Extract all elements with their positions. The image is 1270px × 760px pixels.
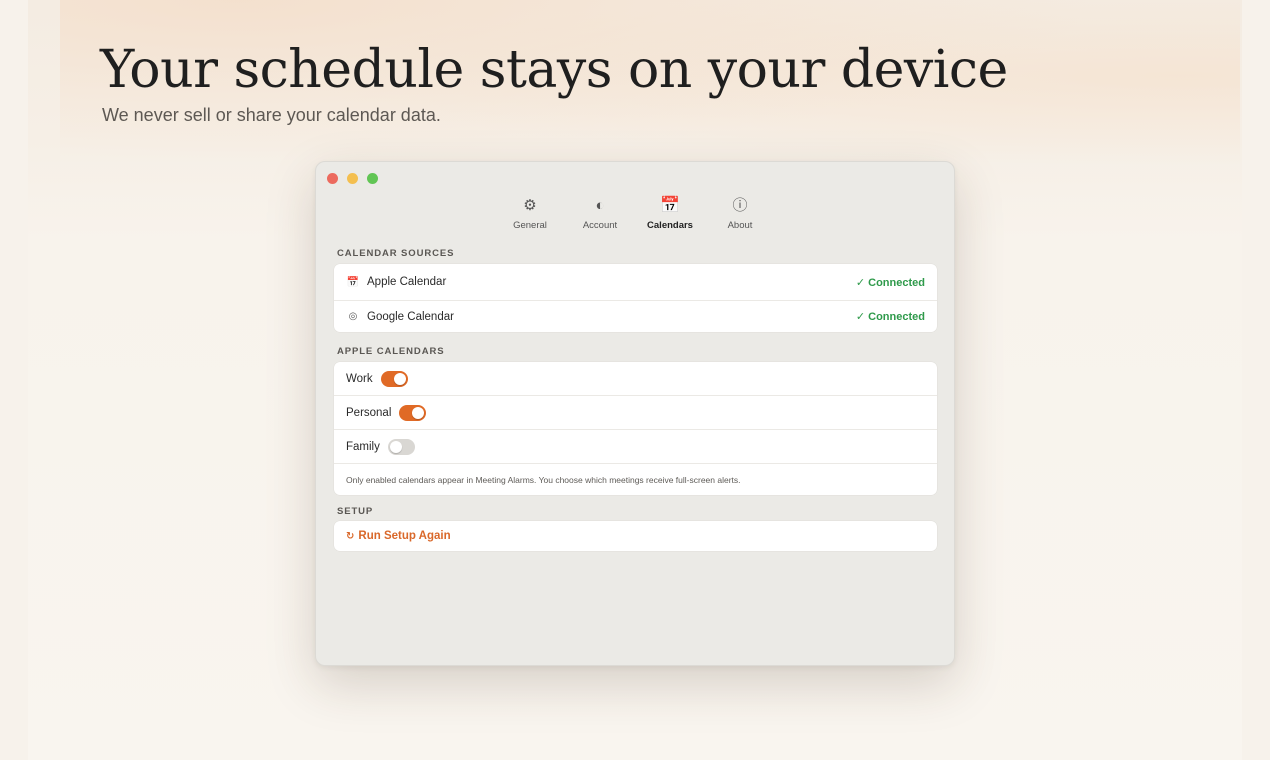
hero-title: Your schedule stays on your device [100, 40, 1008, 100]
tab-account[interactable]: ◐ Account [568, 194, 632, 238]
calendar-name: Family [346, 440, 380, 453]
personal-calendar-toggle[interactable] [399, 404, 427, 421]
calendar-sources-card: 📅 Apple Calendar ✓ Connected ◎ Google Ca… [334, 264, 937, 332]
calendar-sources-heading: CALENDAR SOURCES [337, 248, 455, 259]
source-name: Apple Calendar [367, 276, 447, 288]
tab-general[interactable]: ⚙ General [498, 194, 562, 238]
calendar-icon: 📅 [346, 276, 360, 288]
calendar-row-family: Family [334, 429, 937, 463]
connected-status: ✓ Connected [855, 276, 925, 289]
apple-calendars-heading: APPLE CALENDARS [337, 346, 445, 357]
calendar-icon: 📅 [660, 197, 680, 214]
run-setup-label: Run Setup Again [358, 530, 451, 542]
gear-icon: ⚙ [523, 197, 537, 214]
calendar-name: Personal [346, 406, 392, 419]
tab-calendars[interactable]: 📅 Calendars [638, 194, 702, 238]
settings-tabs: ⚙ General ◐ Account 📅 Calendars ⓘ About [316, 194, 954, 238]
source-name: Google Calendar [367, 310, 454, 323]
run-setup-again-button[interactable]: ↻ Run Setup Again [334, 521, 937, 551]
setup-heading: SETUP [337, 506, 374, 517]
calendar-row-work: Work [334, 362, 937, 395]
half-circle-icon: ◐ [595, 197, 605, 214]
calendar-row-personal: Personal [334, 395, 937, 429]
setup-card: ↻ Run Setup Again [334, 521, 937, 551]
target-icon: ◎ [348, 311, 358, 322]
source-row-apple[interactable]: 📅 Apple Calendar ✓ Connected [334, 264, 937, 300]
tab-label: About [727, 220, 753, 231]
calendar-name: Work [346, 372, 373, 385]
refresh-icon: ↻ [346, 530, 355, 542]
family-calendar-toggle[interactable] [387, 438, 415, 455]
settings-window: ⚙ General ◐ Account 📅 Calendars ⓘ About … [315, 161, 955, 666]
source-row-google[interactable]: ◎ Google Calendar ✓ Connected [334, 300, 937, 332]
apple-calendars-card: Work Personal Family Only enabled calend… [334, 362, 937, 495]
close-window-button[interactable] [327, 173, 338, 184]
tab-label: General [513, 220, 547, 231]
connected-status: ✓ Connected [855, 311, 925, 323]
calendars-help-text: Only enabled calendars appear in Meeting… [334, 463, 937, 495]
minimize-window-button[interactable] [347, 173, 358, 184]
hero-subtitle: We never sell or share your calendar dat… [102, 105, 441, 125]
window-controls [327, 173, 378, 184]
tab-about[interactable]: ⓘ About [708, 194, 772, 238]
info-icon: ⓘ [732, 197, 748, 214]
tab-label: Account [582, 220, 618, 231]
tab-label: Calendars [647, 220, 693, 231]
zoom-window-button[interactable] [367, 173, 378, 184]
work-calendar-toggle[interactable] [380, 370, 408, 387]
